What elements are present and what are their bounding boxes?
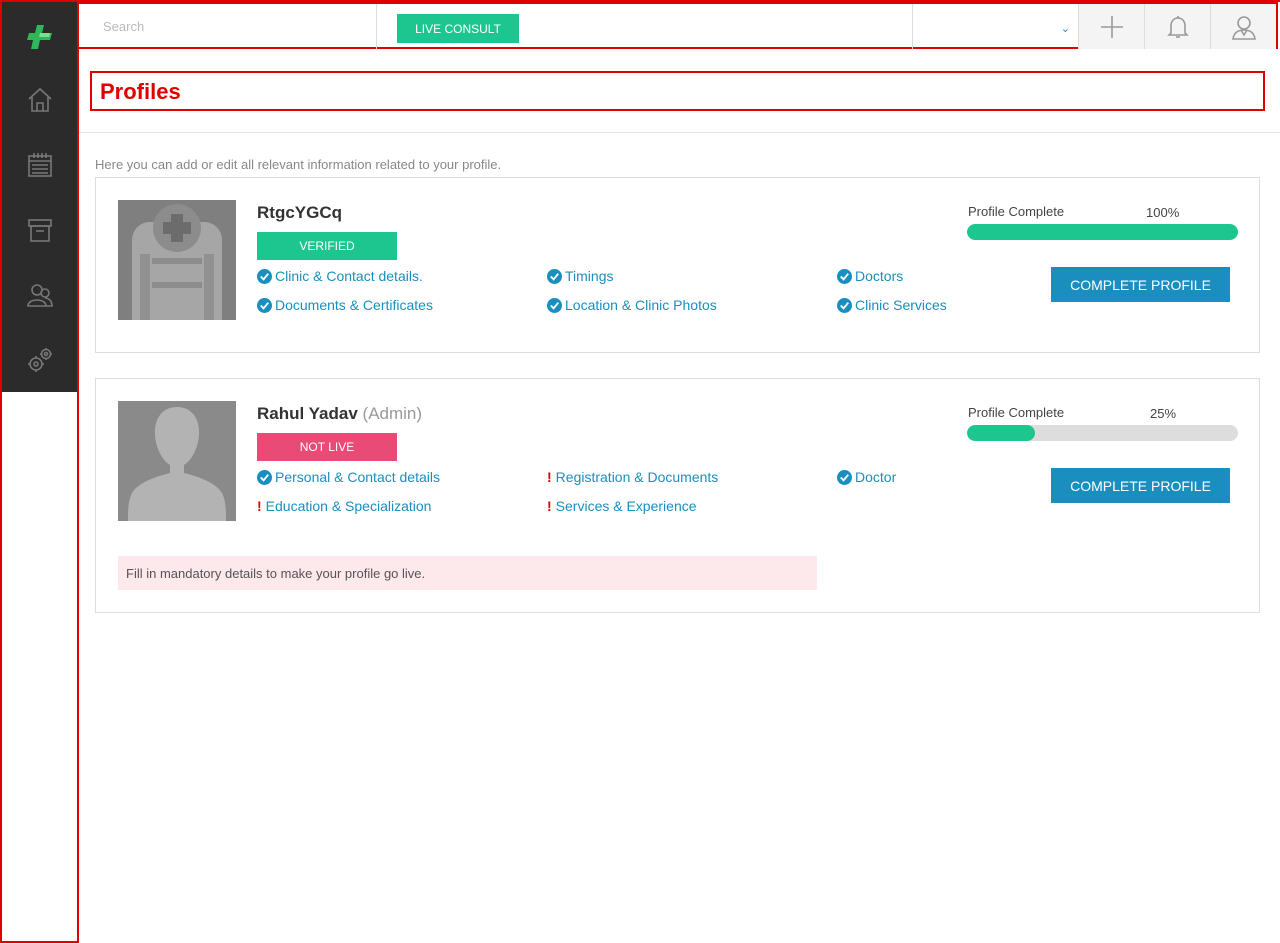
section-link-doctors[interactable]: Doctors (837, 268, 903, 284)
progress-fill (967, 425, 1035, 441)
section-link-education[interactable]: ! Education & Specialization (257, 498, 431, 514)
section-link-label: Doctor (855, 469, 897, 485)
check-circle-icon (547, 297, 562, 313)
topbar: LIVE CONSULT ⌄ (79, 2, 1278, 49)
section-link-location-photos[interactable]: Location & Clinic Photos (547, 297, 717, 313)
section-link-label: Registration & Documents (555, 469, 719, 485)
archive-icon (27, 219, 52, 242)
section-link-services-experience[interactable]: ! Services & Experience (547, 498, 697, 514)
search-box (79, 4, 377, 49)
user-menu-button[interactable] (1210, 4, 1276, 49)
warning-icon: ! (547, 498, 552, 514)
profile-card-clinic: RtgcYGCq VERIFIED Clinic & Contact detai… (95, 177, 1260, 353)
section-link-label: Location & Clinic Photos (565, 297, 717, 313)
section-link-label: Education & Specialization (265, 498, 432, 514)
sidebar-item-home[interactable] (2, 68, 77, 132)
status-badge: VERIFIED (257, 232, 397, 260)
sidebar-item-patients[interactable] (2, 263, 77, 327)
check-circle-icon (547, 268, 562, 284)
profile-name: Rahul Yadav (Admin) (257, 404, 422, 424)
profile-role: (Admin) (362, 404, 423, 423)
profile-name: RtgcYGCq (257, 203, 342, 223)
check-circle-icon (257, 268, 272, 284)
progress-bar (967, 224, 1238, 240)
check-circle-icon (257, 469, 272, 485)
user-icon (1231, 15, 1256, 40)
clinic-avatar (118, 200, 236, 320)
complete-profile-button[interactable]: COMPLETE PROFILE (1051, 468, 1230, 503)
clinic-dropdown[interactable]: ⌄ (912, 4, 1078, 49)
mandatory-alert: Fill in mandatory details to make your p… (118, 556, 817, 590)
section-link-doctor[interactable]: Doctor (837, 469, 896, 485)
sidebar-item-calendar[interactable] (2, 133, 77, 197)
sidebar-item-settings[interactable] (2, 328, 77, 392)
section-link-label: Clinic Services (855, 297, 947, 313)
logo-icon[interactable] (26, 23, 54, 51)
sidebar (2, 2, 77, 392)
plus-icon (1100, 15, 1123, 38)
page-title-box: Profiles (90, 71, 1265, 111)
check-circle-icon (257, 297, 272, 313)
user-avatar (118, 401, 236, 521)
search-input[interactable] (79, 4, 376, 49)
section-link-timings[interactable]: Timings (547, 268, 614, 284)
status-badge: NOT LIVE (257, 433, 397, 461)
notifications-button[interactable] (1144, 4, 1210, 49)
section-link-label: Services & Experience (555, 498, 697, 514)
home-icon (27, 87, 52, 112)
section-link-label: Doctors (855, 268, 904, 284)
bell-icon (1166, 15, 1189, 38)
divider (79, 132, 1280, 133)
settings-icon (27, 348, 52, 372)
profile-name-text: RtgcYGCq (257, 203, 342, 222)
section-link-personal-contact[interactable]: Personal & Contact details (257, 469, 440, 485)
page-intro: Here you can add or edit all relevant in… (95, 157, 502, 172)
live-consult-button[interactable]: LIVE CONSULT (397, 14, 519, 43)
section-link-registration[interactable]: ! Registration & Documents (547, 469, 718, 485)
progress-bar (967, 425, 1238, 441)
page-title: Profiles (100, 79, 181, 104)
check-circle-icon (837, 268, 852, 284)
section-link-label: Clinic & Contact details. (275, 268, 423, 284)
calendar-icon (27, 153, 52, 177)
section-link-label: Documents & Certificates (275, 297, 433, 313)
section-link-documents[interactable]: Documents & Certificates (257, 297, 433, 313)
check-circle-icon (837, 297, 852, 313)
section-link-label: Timings (565, 268, 614, 284)
add-button[interactable] (1078, 4, 1144, 49)
progress-fill (967, 224, 1238, 240)
progress-label: Profile Complete (968, 204, 1065, 219)
chevron-down-icon: ⌄ (1060, 23, 1070, 35)
warning-icon: ! (257, 498, 262, 514)
warning-icon: ! (547, 469, 552, 485)
progress-percent: 25% (1150, 406, 1177, 421)
check-circle-icon (837, 469, 852, 485)
profile-card-doctor: Rahul Yadav (Admin) NOT LIVE Personal & … (95, 378, 1260, 613)
section-link-clinic-contact[interactable]: Clinic & Contact details. (257, 268, 423, 284)
progress-percent: 100% (1146, 205, 1180, 220)
section-link-clinic-services[interactable]: Clinic Services (837, 297, 947, 313)
progress-label: Profile Complete (968, 405, 1065, 420)
profile-name-text: Rahul Yadav (257, 404, 358, 423)
patients-icon (26, 284, 53, 307)
complete-profile-button[interactable]: COMPLETE PROFILE (1051, 267, 1230, 302)
sidebar-item-archive[interactable] (2, 198, 77, 262)
section-link-label: Personal & Contact details (275, 469, 440, 485)
